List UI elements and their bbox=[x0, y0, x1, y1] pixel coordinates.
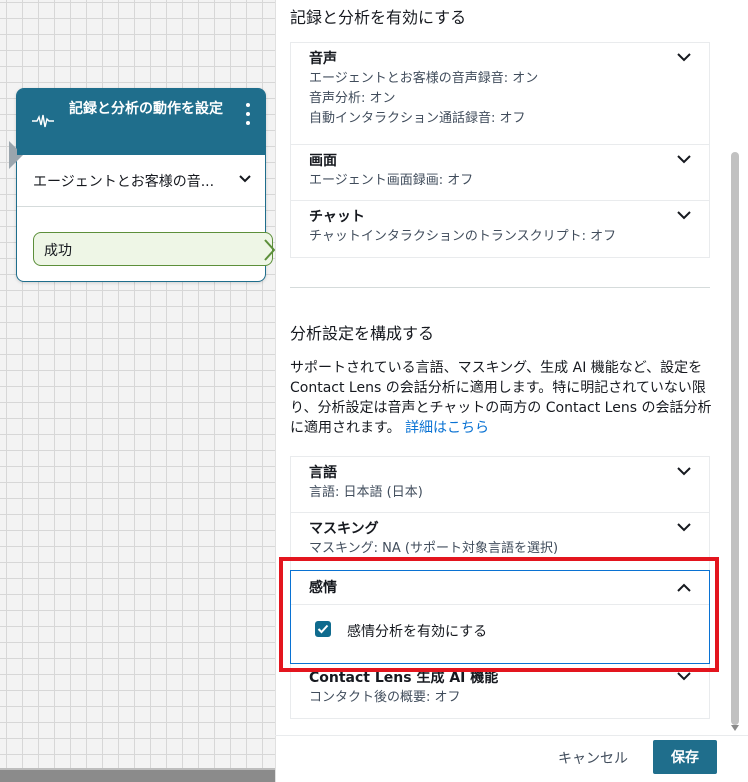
chevron-down-icon[interactable] bbox=[677, 523, 691, 532]
panel-scrollbar-thumb[interactable] bbox=[731, 152, 739, 725]
setting-line: 音声分析: オン bbox=[309, 91, 396, 106]
section-divider bbox=[290, 287, 710, 288]
sentiment-checkbox-label[interactable]: 感情分析を有効にする bbox=[347, 621, 487, 641]
chevron-down-icon[interactable] bbox=[677, 467, 691, 476]
block-parameter-dropdown[interactable]: エージェントとお客様の音... bbox=[17, 155, 265, 207]
accordion-title: 感情 bbox=[309, 580, 337, 596]
analysis-accordion: 言語 言語: 日本語 (日本) マスキング マスキング: NA (サポート対象言… bbox=[290, 456, 710, 572]
chevron-down-icon[interactable] bbox=[677, 672, 691, 681]
accordion-voice[interactable]: 音声 エージェントとお客様の音声録音: オン 音声分析: オン 自動インタラクシ… bbox=[291, 43, 709, 145]
checkmark-icon bbox=[317, 624, 329, 634]
analysis-section-title: 分析設定を構成する bbox=[290, 324, 435, 343]
canvas-scrollbar[interactable] bbox=[0, 768, 275, 782]
accordion-title: 言語 bbox=[309, 465, 337, 481]
learn-more-link[interactable]: 詳細はこちら bbox=[405, 420, 489, 436]
chevron-down-icon bbox=[239, 175, 251, 183]
block-header: 記録と分析の動作を設定 bbox=[17, 89, 265, 155]
block-title: 記録と分析の動作を設定 bbox=[69, 101, 223, 117]
setting-line: コンタクト後の概要: オフ bbox=[309, 690, 461, 705]
save-button[interactable]: 保存 bbox=[653, 740, 717, 774]
branch-success[interactable]: 成功 bbox=[33, 232, 273, 266]
accordion-title: Contact Lens 生成 AI 機能 bbox=[309, 670, 499, 686]
genai-accordion: Contact Lens 生成 AI 機能 コンタクト後の概要: オフ bbox=[290, 664, 710, 719]
block-parameter-value: エージェントとお客様の音... bbox=[33, 174, 215, 190]
setting-line: チャットインタラクションのトランスクリプト: オフ bbox=[309, 229, 617, 244]
scroll-down-arrow-icon[interactable] bbox=[731, 725, 739, 731]
footer-divider bbox=[275, 735, 748, 736]
branch-label: 成功 bbox=[44, 243, 72, 259]
setting-line: 自動インタラクション通話録音: オフ bbox=[309, 111, 526, 126]
accordion-language[interactable]: 言語 言語: 日本語 (日本) bbox=[291, 457, 709, 513]
record-section-title: 記録と分析を有効にする bbox=[290, 8, 467, 27]
setting-line: 言語: 日本語 (日本) bbox=[309, 485, 423, 500]
sentiment-checkbox[interactable] bbox=[315, 621, 331, 637]
more-options-icon[interactable] bbox=[245, 103, 251, 125]
accordion-title: 画面 bbox=[309, 153, 337, 169]
cancel-button[interactable]: キャンセル bbox=[548, 742, 638, 774]
analysis-description: サポートされている言語、マスキング、生成 AI 機能など、設定を Contact… bbox=[290, 358, 714, 438]
chevron-down-icon[interactable] bbox=[677, 155, 691, 164]
setting-line: エージェントとお客様の音声録音: オン bbox=[309, 71, 539, 86]
accordion-genai[interactable]: Contact Lens 生成 AI 機能 コンタクト後の概要: オフ bbox=[291, 664, 709, 718]
record-accordion: 音声 エージェントとお客様の音声録音: オン 音声分析: オン 自動インタラクシ… bbox=[290, 42, 710, 258]
flow-block[interactable]: 記録と分析の動作を設定 エージェントとお客様の音... 成功 bbox=[9, 88, 276, 282]
accordion-chat[interactable]: チャット チャットインタラクションのトランスクリプト: オフ bbox=[291, 201, 709, 257]
accordion-title: チャット bbox=[309, 209, 365, 225]
setting-line: エージェント画面録画: オフ bbox=[309, 173, 474, 188]
accordion-masking[interactable]: マスキング マスキング: NA (サポート対象言語を選択) bbox=[291, 513, 709, 571]
accordion-screen[interactable]: 画面 エージェント画面録画: オフ bbox=[291, 145, 709, 201]
accordion-header[interactable]: 感情 bbox=[291, 571, 709, 605]
accordion-sentiment[interactable]: 感情 感情分析を有効にする bbox=[290, 570, 710, 664]
accordion-title: 音声 bbox=[309, 51, 337, 67]
chevron-down-icon[interactable] bbox=[677, 53, 691, 62]
setting-line: マスキング: NA (サポート対象言語を選択) bbox=[309, 541, 559, 556]
description-text: サポートされている言語、マスキング、生成 AI 機能など、設定を Contact… bbox=[290, 360, 712, 436]
waveform-icon bbox=[32, 114, 54, 128]
chevron-up-icon[interactable] bbox=[677, 583, 691, 592]
chevron-down-icon[interactable] bbox=[677, 211, 691, 220]
accordion-title: マスキング bbox=[309, 521, 379, 537]
